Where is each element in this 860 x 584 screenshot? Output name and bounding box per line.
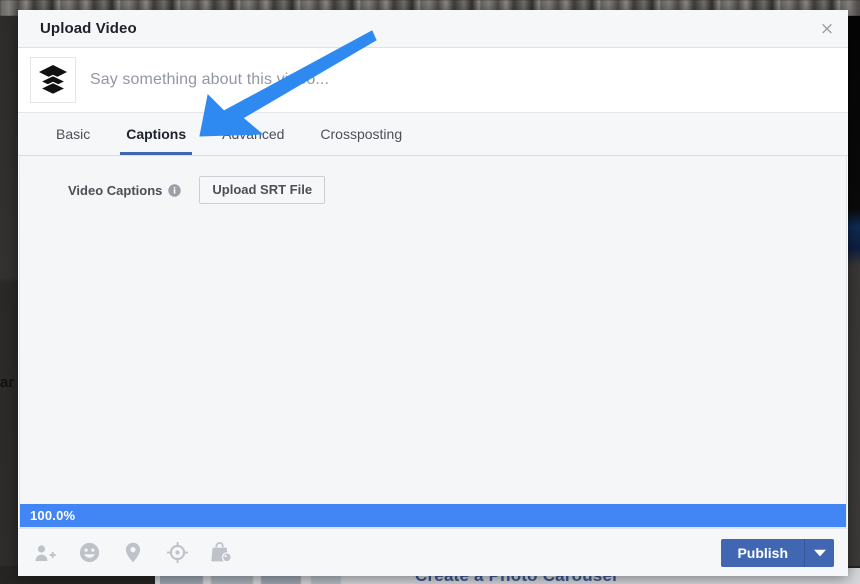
video-captions-row: Video Captions Upload SRT File bbox=[20, 156, 846, 204]
upload-progress-bar: 100.0% bbox=[20, 504, 846, 527]
dialog-header: Upload Video × bbox=[18, 10, 848, 48]
tab-advanced-label: Advanced bbox=[222, 126, 285, 142]
dialog-title: Upload Video bbox=[40, 20, 137, 37]
close-icon[interactable]: × bbox=[816, 19, 838, 41]
tab-basic[interactable]: Basic bbox=[38, 113, 108, 155]
tab-bar: Basic Captions Advanced Crossposting bbox=[18, 112, 848, 156]
video-captions-label-group: Video Captions bbox=[68, 182, 182, 198]
tab-crossposting[interactable]: Crossposting bbox=[302, 113, 420, 155]
product-tag-icon[interactable] bbox=[210, 542, 232, 564]
dialog-footer: Publish bbox=[18, 528, 848, 576]
upload-video-dialog: Upload Video × Say something about this … bbox=[18, 10, 848, 576]
publish-dropdown-button[interactable] bbox=[804, 538, 834, 567]
upload-progress-label: 100.0% bbox=[30, 508, 76, 523]
tab-basic-label: Basic bbox=[56, 126, 91, 142]
captions-panel: Video Captions Upload SRT File 100.0% bbox=[19, 156, 847, 528]
info-icon[interactable] bbox=[168, 183, 182, 197]
backdrop-right-column bbox=[848, 16, 860, 584]
layers-stack-logo-icon bbox=[37, 62, 69, 99]
upload-srt-file-button[interactable]: Upload SRT File bbox=[199, 176, 326, 204]
emoji-icon[interactable] bbox=[78, 542, 100, 564]
tab-captions[interactable]: Captions bbox=[108, 113, 204, 155]
backdrop-left-column bbox=[0, 16, 18, 584]
tab-captions-label: Captions bbox=[126, 126, 187, 142]
chevron-down-icon bbox=[813, 545, 826, 560]
tag-people-icon[interactable] bbox=[34, 542, 56, 564]
avatar bbox=[30, 57, 76, 103]
publish-button[interactable]: Publish bbox=[721, 538, 804, 567]
target-icon[interactable] bbox=[166, 542, 188, 564]
composer-tools bbox=[28, 542, 232, 564]
composer-input[interactable]: Say something about this video... bbox=[90, 71, 848, 89]
location-pin-icon[interactable] bbox=[122, 542, 144, 564]
publish-split-button: Publish bbox=[721, 538, 834, 567]
tab-crossposting-label: Crossposting bbox=[320, 126, 403, 142]
backdrop-left-text: ar e bbox=[0, 374, 18, 391]
tab-advanced[interactable]: Advanced bbox=[204, 113, 302, 155]
video-captions-label: Video Captions bbox=[68, 182, 163, 198]
composer-row: Say something about this video... bbox=[18, 48, 848, 112]
